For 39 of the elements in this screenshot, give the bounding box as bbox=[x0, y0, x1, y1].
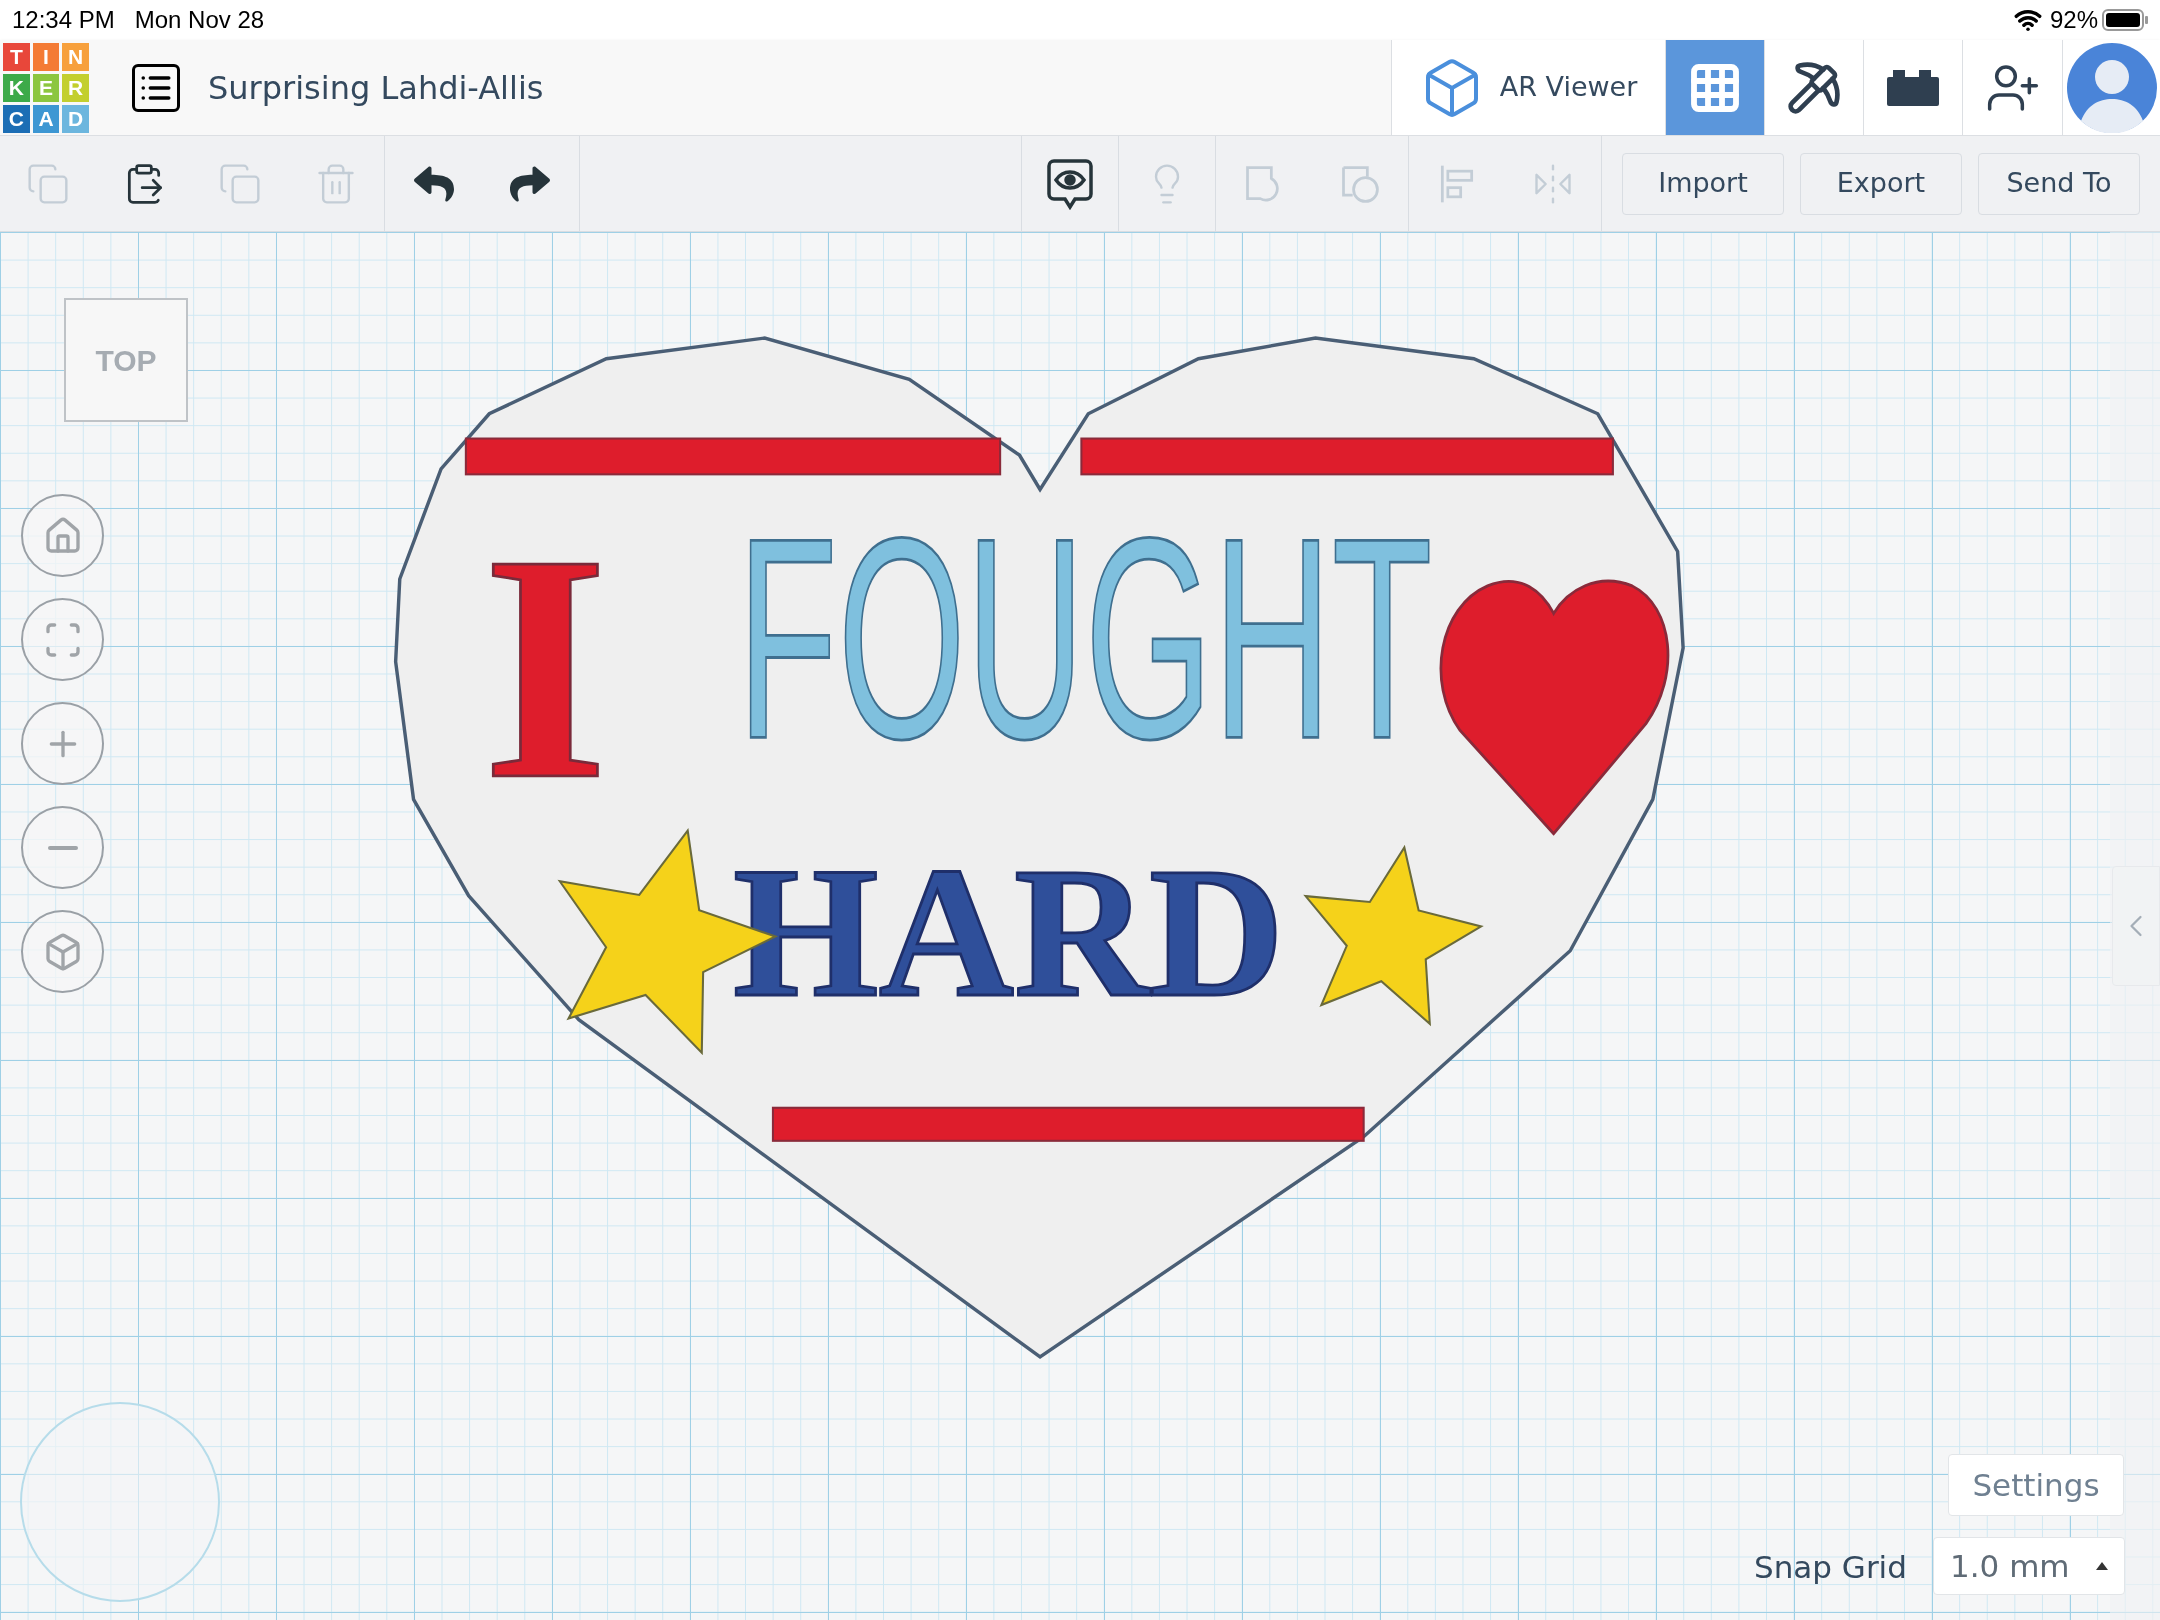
logo-tile: N bbox=[62, 42, 89, 71]
brick-icon bbox=[1887, 69, 1939, 106]
design-text: I bbox=[482, 487, 609, 846]
pickaxe-icon bbox=[1786, 59, 1842, 116]
design-title: Surprising Lahdi-Allis bbox=[208, 67, 544, 109]
design-text: HARD bbox=[733, 827, 1285, 1036]
logo-tile: A bbox=[32, 104, 60, 133]
battery-percent: 92% bbox=[2049, 5, 2098, 35]
duplicate-icon bbox=[218, 161, 262, 206]
workplane-grid[interactable]: I FOUGHT HARD TOP Settings Snap Grid 1.0 mm bbox=[0, 232, 2160, 1620]
ar-viewer-button[interactable]: AR Viewer bbox=[1391, 40, 1665, 135]
snap-grid-dropdown[interactable]: 1.0 mm bbox=[1933, 1537, 2125, 1595]
logo-tile: I bbox=[32, 42, 60, 71]
minus-icon bbox=[47, 845, 78, 850]
toolbar-text-button[interactable]: Export bbox=[1800, 152, 1962, 215]
status-time: 12:34 PM bbox=[12, 5, 115, 35]
snap-grid-label: Snap Grid bbox=[1754, 1548, 1907, 1587]
eye-bubble-icon bbox=[1046, 157, 1094, 210]
add-user-button[interactable] bbox=[1962, 40, 2062, 135]
pickaxe-view-button[interactable] bbox=[1764, 40, 1863, 135]
logo-tile: D bbox=[62, 104, 89, 133]
logo-tile: E bbox=[32, 73, 60, 102]
logo-tile: C bbox=[3, 104, 30, 133]
status-date: Mon Nov 28 bbox=[134, 5, 265, 35]
copy-icon bbox=[26, 161, 70, 206]
toolbar-text-button[interactable]: Import bbox=[1622, 152, 1784, 215]
logo-tile: K bbox=[3, 73, 30, 102]
battery-icon bbox=[2102, 9, 2148, 31]
toolbar-text-button[interactable]: Send To bbox=[1978, 152, 2140, 215]
settings-button[interactable]: Settings bbox=[1948, 1454, 2124, 1516]
profile-avatar[interactable] bbox=[2062, 40, 2160, 135]
logo-tile: T bbox=[3, 42, 30, 71]
caret-icon bbox=[2096, 1562, 2108, 1570]
panel-toggle-button[interactable] bbox=[2112, 866, 2160, 986]
view-cube-face-label: TOP bbox=[95, 342, 157, 379]
brick-view-button[interactable] bbox=[1863, 40, 1962, 135]
list-icon bbox=[132, 63, 180, 112]
logo-tile: R bbox=[62, 73, 89, 102]
design-text: FOUGHT bbox=[737, 478, 1433, 799]
